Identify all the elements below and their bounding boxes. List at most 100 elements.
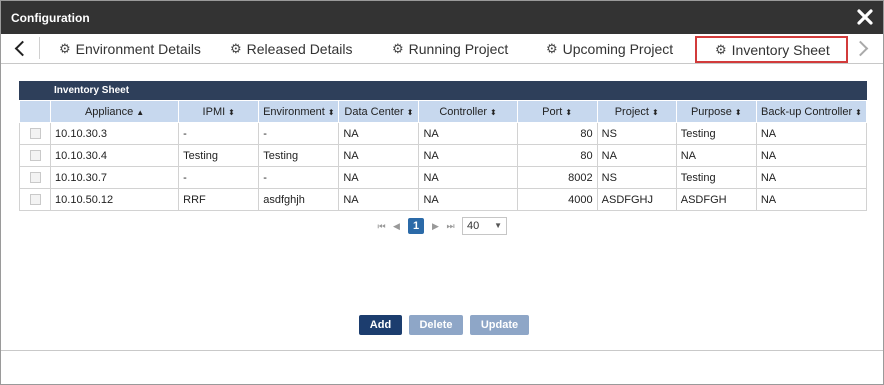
cell-project: NA	[596, 144, 677, 167]
table-row[interactable]: 10.10.30.7 - - NA NA 8002 NS Testing NA	[18, 166, 868, 189]
cell-controller: NA	[418, 144, 518, 167]
tab-inventory-sheet[interactable]: ⚙ Inventory Sheet	[695, 36, 848, 63]
row-checkbox[interactable]	[18, 122, 52, 145]
delete-button[interactable]: Delete	[409, 315, 463, 335]
table-header-row: Appliance ▲ IPMI ⬍ Environment ⬍ Data Cente…	[18, 100, 868, 123]
tab-label: Upcoming Project	[562, 41, 674, 57]
dialog-title: Configuration	[11, 11, 90, 25]
cell-backup-controller: NA	[755, 144, 868, 167]
last-page-icon[interactable]: ⏭	[443, 221, 458, 232]
table-row[interactable]: 10.10.50.12 RRF asdfghjh NA NA 4000 ASDF…	[18, 188, 868, 211]
grid-caption: Inventory Sheet	[19, 81, 867, 100]
tab-label: Environment Details	[75, 41, 201, 57]
footer-divider	[1, 350, 883, 351]
cell-port: 80	[516, 122, 598, 145]
tab-bar: ⚙ Environment Details ⚙ Released Details…	[1, 34, 883, 64]
sort-icon[interactable]: ⬍	[735, 108, 742, 117]
cell-port: 80	[516, 144, 598, 167]
cell-ipmi: -	[178, 166, 260, 189]
cell-purpose: Testing	[675, 122, 757, 145]
cell-purpose: ASDFGH	[675, 188, 757, 211]
sort-icon[interactable]: ⬍	[490, 108, 497, 117]
sort-icon[interactable]: ⬍	[228, 108, 235, 117]
page-size-select[interactable]: 40 ▼	[462, 217, 507, 235]
cell-appliance: 10.10.50.12	[50, 188, 180, 211]
cell-backup-controller: NA	[755, 122, 868, 145]
cell-data-center: NA	[338, 122, 420, 145]
configuration-dialog: Configuration ⚙ Environment Details ⚙ Re…	[0, 0, 884, 385]
gear-icon: ⚙	[230, 41, 242, 56]
sort-icon[interactable]: ⬍	[565, 108, 572, 117]
cell-environment: -	[258, 166, 340, 189]
column-header-ipmi[interactable]: IPMI ⬍	[178, 100, 260, 123]
column-header-controller[interactable]: Controller ⬍	[418, 100, 518, 123]
cell-controller: NA	[418, 188, 518, 211]
cell-appliance: 10.10.30.4	[50, 144, 180, 167]
tab-released-details[interactable]: ⚙ Released Details	[230, 34, 353, 64]
close-icon[interactable]	[857, 9, 873, 25]
cell-appliance: 10.10.30.3	[50, 122, 180, 145]
pagination: ⏮ ◀ 1 ▶ ⏭ 40 ▼	[374, 216, 507, 236]
tab-divider	[39, 37, 40, 59]
cell-controller: NA	[418, 166, 518, 189]
column-header-port[interactable]: Port ⬍	[516, 100, 598, 123]
cell-ipmi: Testing	[178, 144, 260, 167]
sort-icon[interactable]: ⬍	[855, 108, 862, 117]
tab-running-project[interactable]: ⚙ Running Project	[392, 34, 508, 64]
column-header-appliance[interactable]: Appliance ▲	[50, 100, 180, 123]
cell-controller: NA	[418, 122, 518, 145]
tab-label: Released Details	[246, 41, 353, 57]
table-row[interactable]: 10.10.30.3 - - NA NA 80 NS Testing NA	[18, 122, 868, 145]
add-button[interactable]: Add	[359, 315, 402, 335]
column-header-purpose[interactable]: Purpose ⬍	[675, 100, 757, 123]
sort-icon[interactable]: ⬍	[407, 108, 414, 117]
cell-project: ASDFGHJ	[596, 188, 677, 211]
column-header-environment[interactable]: Environment ⬍	[258, 100, 340, 123]
cell-purpose: NA	[675, 144, 757, 167]
cell-port: 4000	[516, 188, 598, 211]
sort-icon[interactable]: ⬍	[652, 108, 659, 117]
row-checkbox[interactable]	[18, 166, 52, 189]
tab-scroll-left-icon[interactable]	[7, 37, 33, 61]
cell-data-center: NA	[338, 188, 420, 211]
cell-backup-controller: NA	[755, 188, 868, 211]
cell-environment: -	[258, 122, 340, 145]
inventory-grid: Inventory Sheet Appliance ▲ IPMI ⬍ Environ…	[18, 81, 868, 211]
gear-icon: ⚙	[715, 41, 727, 57]
cell-environment: Testing	[258, 144, 340, 167]
update-button[interactable]: Update	[470, 315, 529, 335]
sort-ascending-icon[interactable]: ▲	[136, 108, 144, 117]
cell-port: 8002	[516, 166, 598, 189]
cell-backup-controller: NA	[755, 166, 868, 189]
first-page-icon[interactable]: ⏮	[374, 221, 389, 232]
column-header-backup-controller[interactable]: Back-up Controller ⬍	[755, 100, 868, 123]
select-all-header	[18, 100, 52, 123]
cell-data-center: NA	[338, 144, 420, 167]
previous-page-icon[interactable]: ◀	[389, 221, 404, 232]
row-checkbox[interactable]	[18, 144, 52, 167]
current-page-button[interactable]: 1	[408, 218, 424, 234]
tab-scroll-right-icon[interactable]	[851, 37, 877, 61]
page-size-value: 40	[467, 220, 480, 232]
tab-environment-details[interactable]: ⚙ Environment Details	[59, 34, 201, 64]
tab-label: Inventory Sheet	[731, 41, 830, 58]
gear-icon: ⚙	[546, 41, 558, 56]
row-checkbox[interactable]	[18, 188, 52, 211]
cell-purpose: Testing	[675, 166, 757, 189]
dialog-titlebar: Configuration	[1, 1, 883, 34]
cell-project: NS	[596, 122, 677, 145]
cell-environment: asdfghjh	[258, 188, 340, 211]
inventory-table: Appliance ▲ IPMI ⬍ Environment ⬍ Data Cente…	[18, 100, 868, 211]
table-row[interactable]: 10.10.30.4 Testing Testing NA NA 80 NA N…	[18, 144, 868, 167]
cell-data-center: NA	[338, 166, 420, 189]
chevron-down-icon: ▼	[494, 221, 502, 230]
next-page-icon[interactable]: ▶	[428, 221, 443, 232]
column-header-project[interactable]: Project ⬍	[596, 100, 677, 123]
cell-ipmi: -	[178, 122, 260, 145]
column-header-data-center[interactable]: Data Center ⬍	[338, 100, 420, 123]
cell-project: NS	[596, 166, 677, 189]
tab-label: Running Project	[408, 41, 509, 57]
sort-icon[interactable]: ⬍	[328, 108, 335, 117]
tab-upcoming-project[interactable]: ⚙ Upcoming Project	[546, 34, 673, 64]
cell-appliance: 10.10.30.7	[50, 166, 180, 189]
